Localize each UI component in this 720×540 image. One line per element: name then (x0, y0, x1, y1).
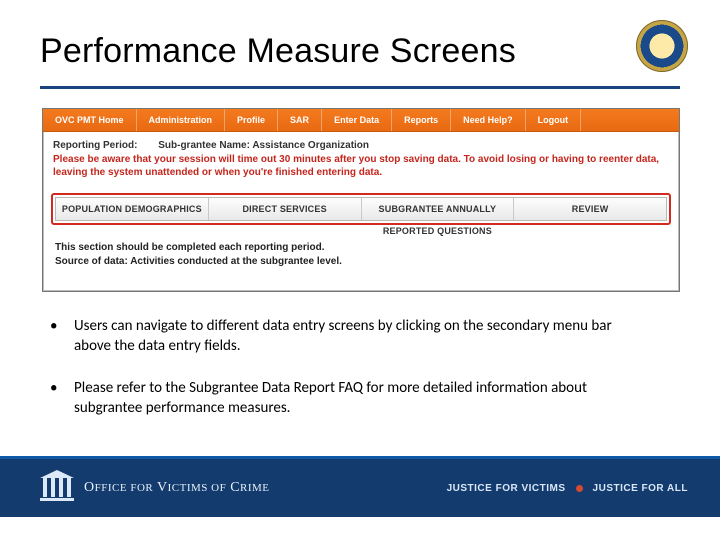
list-item: • Please refer to the Subgrantee Data Re… (50, 378, 650, 418)
page-title: Performance Measure Screens (40, 32, 516, 71)
footer-bottom (0, 517, 720, 540)
nav-help[interactable]: Need Help? (451, 109, 526, 131)
bullet-text: Please refer to the Subgrantee Data Repo… (74, 378, 650, 418)
reporting-header: Reporting Period: Sub-grantee Name: Assi… (43, 132, 679, 153)
subgrantee-name: Sub-grantee Name: Assistance Organizatio… (158, 140, 369, 151)
tab-review[interactable]: REVIEW (514, 198, 666, 220)
tab-subgrantee-annual[interactable]: SUBGRANTEE ANNUALLY REPORTED QUESTIONS (362, 198, 515, 220)
footer: OFFICE FOR VICTIMS OF CRIME JUSTICE FOR … (0, 456, 720, 540)
title-rule (40, 86, 680, 89)
list-item: • Users can navigate to different data e… (50, 316, 650, 356)
doj-seal-icon (636, 20, 688, 72)
footer-tagline: JUSTICE FOR VICTIMS JUSTICE FOR ALL (447, 459, 688, 517)
section-instructions: This section should be completed each re… (43, 235, 679, 269)
bullet-list: • Users can navigate to different data e… (50, 316, 650, 440)
nav-sar[interactable]: SAR (278, 109, 322, 131)
ovc-wordmark: OFFICE FOR VICTIMS OF CRIME (84, 480, 270, 496)
footer-bar: OFFICE FOR VICTIMS OF CRIME JUSTICE FOR … (0, 459, 720, 517)
bullet-icon: • (50, 316, 74, 356)
session-warning: Please be aware that your session will t… (43, 153, 679, 187)
primary-nav: OVC PMT Home Administration Profile SAR … (43, 109, 679, 132)
nav-home[interactable]: OVC PMT Home (43, 109, 137, 131)
bullet-icon: • (50, 378, 74, 418)
reporting-period-label: Reporting Period: (53, 140, 137, 151)
nav-profile[interactable]: Profile (225, 109, 278, 131)
app-screenshot: OVC PMT Home Administration Profile SAR … (42, 108, 680, 292)
tab-population-demographics[interactable]: POPULATION DEMOGRAPHICS (56, 198, 209, 220)
tab-direct-services[interactable]: DIRECT SERVICES (209, 198, 362, 220)
nav-administration[interactable]: Administration (137, 109, 226, 131)
nav-enter-data[interactable]: Enter Data (322, 109, 392, 131)
ovc-logo: OFFICE FOR VICTIMS OF CRIME (40, 470, 270, 507)
tagline-left: JUSTICE FOR VICTIMS (447, 483, 566, 494)
pillar-icon (40, 470, 74, 507)
nav-reports[interactable]: Reports (392, 109, 451, 131)
subnav-highlight: POPULATION DEMOGRAPHICS DIRECT SERVICES … (51, 193, 671, 225)
tagline-right: JUSTICE FOR ALL (593, 483, 688, 494)
secondary-nav: POPULATION DEMOGRAPHICS DIRECT SERVICES … (55, 197, 667, 221)
section-line-1: This section should be completed each re… (55, 241, 667, 255)
section-line-2: Source of data: Activities conducted at … (55, 255, 667, 269)
tagline-separator-icon (576, 485, 583, 492)
nav-logout[interactable]: Logout (526, 109, 582, 131)
bullet-text: Users can navigate to different data ent… (74, 316, 650, 356)
